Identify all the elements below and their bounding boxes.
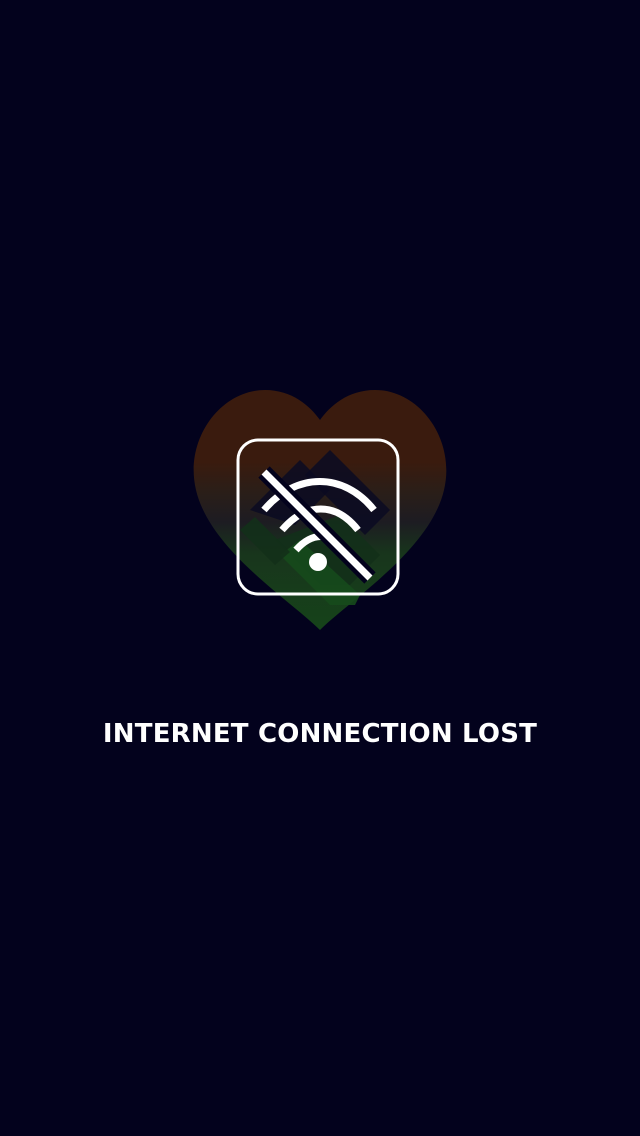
offline-indicator xyxy=(236,438,400,596)
connection-lost-message: INTERNET CONNECTION LOST xyxy=(102,719,538,749)
no-connection-screen: INTERNET CONNECTION LOST xyxy=(0,0,640,1136)
wifi-off-icon xyxy=(236,438,400,596)
